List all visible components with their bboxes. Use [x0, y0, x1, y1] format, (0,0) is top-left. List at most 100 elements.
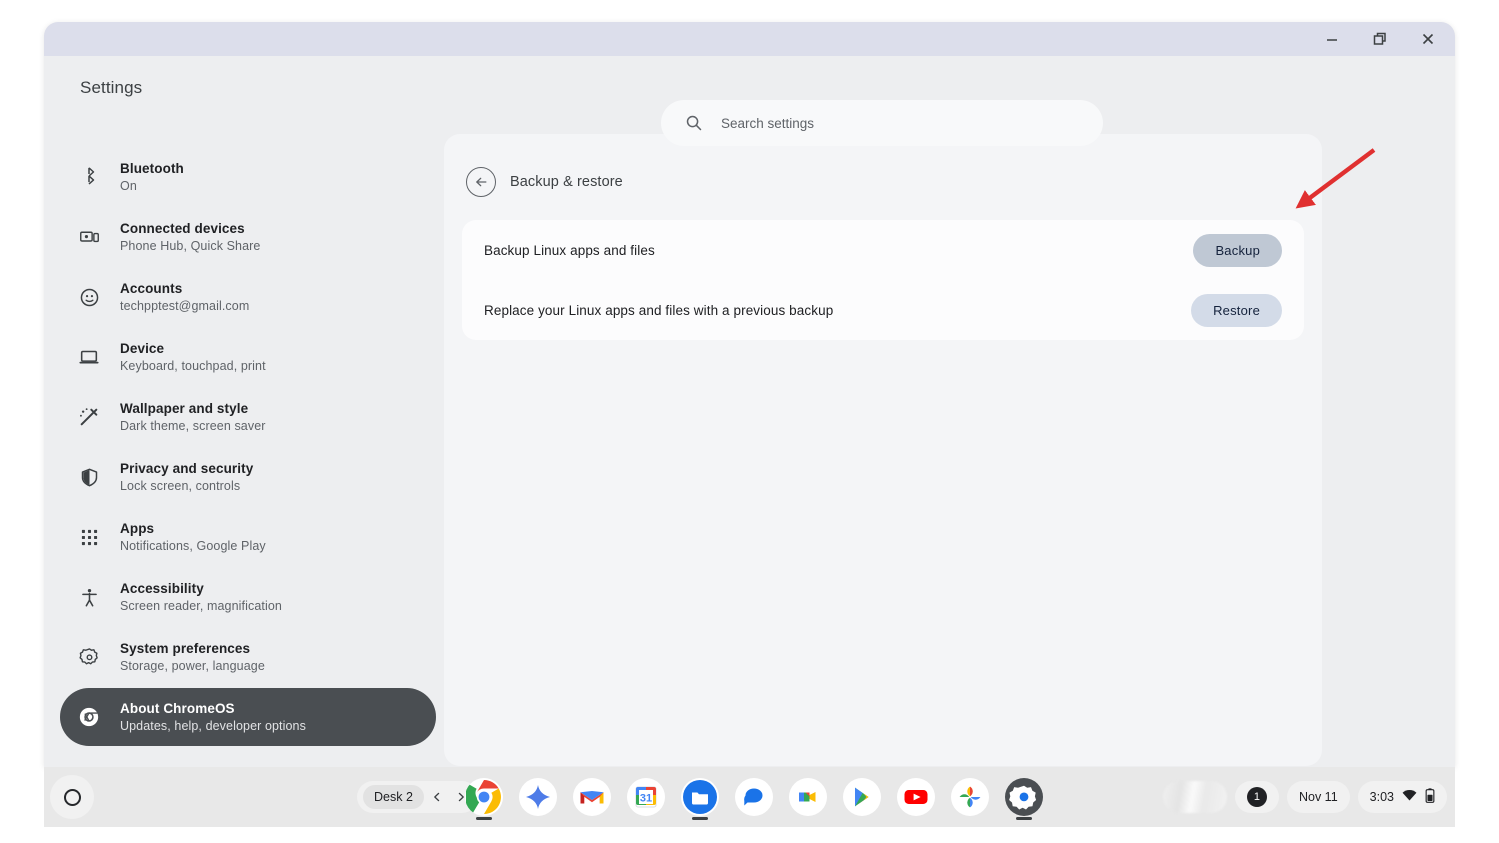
desk-chip[interactable]: Desk 2 — [363, 785, 424, 809]
sidebar-item-sublabel: Lock screen, controls — [120, 479, 241, 493]
search-input[interactable]: Search settings — [661, 100, 1103, 146]
backup-restore-panel: Backup & restore Backup Linux apps and f… — [444, 134, 1322, 766]
shelf-app-settings[interactable] — [1002, 775, 1046, 820]
bluetooth-icon — [78, 166, 100, 188]
panel-header: Backup & restore — [444, 156, 1322, 208]
date-label: Nov 11 — [1298, 790, 1338, 804]
backup-row-label: Backup Linux apps and files — [484, 242, 655, 258]
shield-icon — [78, 466, 100, 488]
sidebar-item-apps[interactable]: Apps Notifications, Google Play — [60, 508, 436, 566]
sidebar-item-sublabel: Updates, help, developer options — [120, 719, 306, 733]
minimize-button[interactable] — [1319, 26, 1345, 52]
sidebar-item-label: Connected devices — [120, 221, 245, 236]
shelf-app-list: 31 — [462, 775, 1046, 820]
gemini-icon — [519, 778, 557, 816]
shelf-app-meet[interactable] — [786, 775, 830, 819]
chevron-left-icon[interactable] — [426, 785, 448, 809]
settings-card: Backup Linux apps and files Backup Repla… — [462, 220, 1304, 340]
shelf-app-chrome[interactable] — [462, 775, 506, 820]
sidebar-item-sublabel: techpptest@gmail.com — [120, 299, 250, 313]
wallpaper-style-icon — [78, 406, 100, 428]
restore-button[interactable]: Restore — [1191, 293, 1282, 327]
app-active-indicator — [476, 817, 492, 820]
search-icon — [685, 114, 703, 132]
shelf-app-play-store[interactable] — [840, 775, 884, 819]
sidebar-item-bluetooth[interactable]: Bluetooth On — [60, 148, 436, 206]
shelf-app-photos[interactable] — [948, 775, 992, 819]
photos-icon — [951, 778, 989, 816]
sidebar-item-sublabel: Storage, power, language — [120, 659, 265, 673]
sidebar-item-sublabel: Phone Hub, Quick Share — [120, 239, 261, 253]
connected-devices-icon — [78, 226, 100, 248]
gear-icon — [78, 646, 100, 668]
calendar-day-number: 31 — [640, 793, 652, 805]
time-label: 3:03 — [1369, 790, 1394, 804]
shelf-app-files[interactable] — [678, 775, 722, 820]
desk-switcher: Desk 2 — [357, 781, 478, 813]
files-icon — [681, 778, 719, 816]
device-icon — [78, 346, 100, 368]
notification-pill[interactable]: 1 — [1234, 781, 1279, 813]
settings-gear-icon — [1005, 778, 1043, 816]
accessibility-icon — [78, 586, 100, 608]
search-placeholder: Search settings — [721, 115, 815, 131]
close-button[interactable] — [1415, 26, 1441, 52]
sidebar-item-label: Apps — [120, 521, 155, 536]
sidebar-item-label: System preferences — [120, 641, 251, 656]
accounts-icon — [78, 286, 100, 308]
back-arrow-icon[interactable] — [466, 167, 496, 197]
sidebar-item-label: Accessibility — [120, 581, 204, 596]
wifi-icon — [1402, 789, 1417, 805]
sidebar-item-label: Device — [120, 341, 165, 356]
chromeos-desktop: Settings Search settings Bluetooth On Co… — [0, 0, 1499, 843]
notification-count-badge: 1 — [1246, 787, 1267, 807]
sidebar-item-system-preferences[interactable]: System preferences Storage, power, langu… — [60, 628, 436, 686]
play-store-icon — [843, 778, 881, 816]
launcher-circle-icon[interactable] — [50, 775, 94, 819]
sidebar-item-about-chromeos[interactable]: About ChromeOS Updates, help, developer … — [60, 688, 436, 746]
settings-body: Bluetooth On Connected devices Phone Hub… — [44, 130, 1455, 766]
gmail-icon — [573, 778, 611, 816]
restore-row-label: Replace your Linux apps and files with a… — [484, 302, 834, 318]
shelf: Desk 2 31 1 Nov 11 3:03 — [44, 767, 1455, 827]
shelf-left-area — [50, 775, 94, 819]
sidebar-item-label: About ChromeOS — [120, 701, 235, 716]
app-active-indicator — [1016, 817, 1032, 820]
shelf-app-messages[interactable] — [732, 775, 776, 819]
page-title: Settings — [80, 78, 143, 97]
backup-button[interactable]: Backup — [1193, 233, 1282, 267]
launcher-ring — [63, 788, 81, 806]
sidebar-item-accounts[interactable]: Accounts techpptest@gmail.com — [60, 268, 436, 326]
sidebar-item-accessibility[interactable]: Accessibility Screen reader, magnificati… — [60, 568, 436, 626]
sidebar-item-privacy-and-security[interactable]: Privacy and security Lock screen, contro… — [60, 448, 436, 506]
shelf-app-calendar[interactable]: 31 — [624, 775, 668, 819]
apps-grid-icon — [78, 526, 100, 548]
sidebar-item-sublabel: Keyboard, touchpad, print — [120, 359, 266, 373]
shelf-app-youtube[interactable] — [894, 775, 938, 819]
restore-button[interactable] — [1367, 26, 1393, 52]
sidebar-item-sublabel: On — [120, 179, 137, 193]
date-pill[interactable]: Nov 11 — [1286, 781, 1350, 813]
sidebar: Bluetooth On Connected devices Phone Hub… — [44, 130, 444, 765]
window-titlebar — [44, 22, 1455, 56]
messages-icon — [735, 778, 773, 816]
redacted-status-pill[interactable] — [1162, 781, 1227, 813]
sidebar-item-sublabel: Dark theme, screen saver — [120, 419, 266, 433]
meet-icon — [789, 778, 827, 816]
sidebar-item-label: Accounts — [120, 281, 183, 296]
sidebar-item-connected-devices[interactable]: Connected devices Phone Hub, Quick Share — [60, 208, 436, 266]
sidebar-item-wallpaper-and-style[interactable]: Wallpaper and style Dark theme, screen s… — [60, 388, 436, 446]
backup-row: Backup Linux apps and files Backup — [484, 220, 1282, 280]
status-area: 1 Nov 11 3:03 — [1162, 781, 1447, 813]
chrome-icon — [465, 778, 503, 816]
shelf-app-gemini[interactable] — [516, 775, 560, 819]
shelf-app-gmail[interactable] — [570, 775, 614, 819]
main-content: Backup & restore Backup Linux apps and f… — [444, 130, 1455, 766]
sidebar-item-device[interactable]: Device Keyboard, touchpad, print — [60, 328, 436, 386]
calendar-icon: 31 — [627, 778, 665, 816]
sidebar-item-sublabel: Notifications, Google Play — [120, 539, 266, 553]
restore-row: Replace your Linux apps and files with a… — [484, 280, 1282, 340]
system-tray-pill[interactable]: 3:03 — [1357, 781, 1447, 813]
settings-top-row: Settings Search settings — [44, 56, 1455, 146]
panel-title: Backup & restore — [510, 174, 623, 190]
